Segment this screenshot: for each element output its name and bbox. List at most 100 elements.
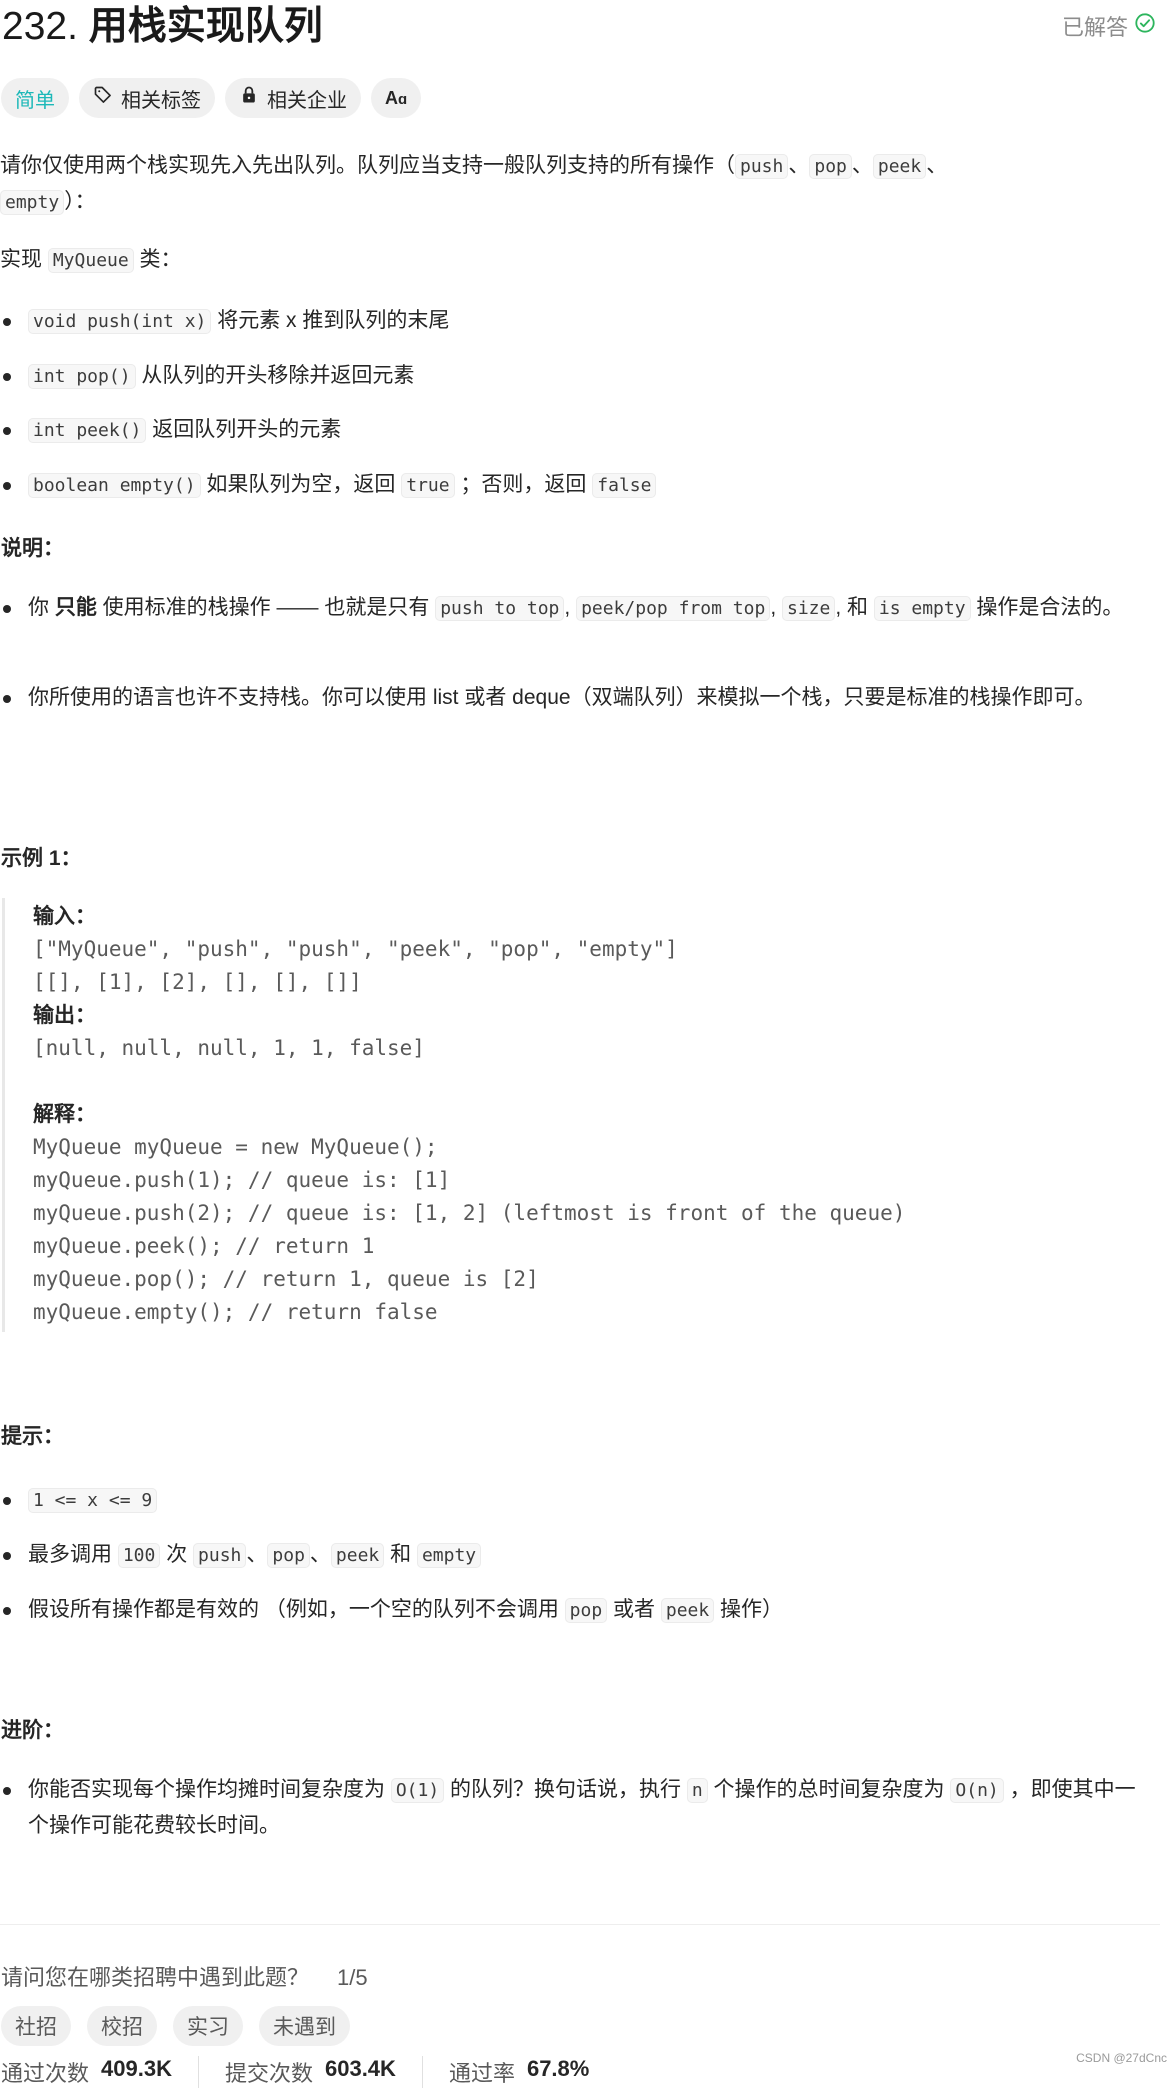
explain-line: myQueue.pop(); // return 1, queue is [2] — [33, 1267, 539, 1291]
impl-text-end: 类： — [133, 248, 182, 271]
survey-options: 社招 校招 实习 未遇到 — [1, 2006, 350, 2046]
method-desc: 如果队列为空，返回 — [200, 473, 402, 496]
explain-label: 解释： — [33, 1103, 96, 1126]
survey-question-text: 请问您在哪类招聘中遇到此题？ — [1, 1965, 310, 1990]
explain-line: myQueue.push(1); // queue is: [1] — [33, 1168, 451, 1192]
method-desc: 返回队列开头的元素 — [146, 418, 342, 441]
note-text: , 和 — [835, 596, 874, 619]
problem-number: 232. — [2, 5, 78, 48]
constraint-text: 或者 — [607, 1598, 661, 1621]
stat-label: 通过率 — [448, 2061, 515, 2086]
example-heading: 示例 1： — [1, 847, 82, 870]
inline-code: n — [686, 1778, 708, 1803]
inline-code: peek — [660, 1598, 715, 1623]
problem-name: 用栈实现队列 — [88, 5, 323, 48]
title-row: 232. 用栈实现队列 已解答 — [0, 0, 1160, 56]
note-item: 你所使用的语言也许不支持栈。你可以使用 list 或者 deque（双端队列）来… — [0, 680, 1140, 715]
inline-code: 1 <= x <= 9 — [28, 1488, 158, 1513]
constraint-item: 假设所有操作都是有效的 （例如，一个空的队列不会调用 pop 或者 peek 操… — [0, 1592, 1140, 1628]
survey-option[interactable]: 未遇到 — [259, 2006, 350, 2046]
stat-accepted: 通过次数 409.3K — [1, 2056, 199, 2088]
output-line: [null, null, null, 1, 1, false] — [33, 1036, 425, 1060]
method-item: int pop() 从队列的开头移除并返回元素 — [0, 358, 1140, 394]
survey-option[interactable]: 社招 — [1, 2006, 71, 2046]
survey-option[interactable]: 校招 — [87, 2006, 157, 2046]
inline-code: void push(int x) — [28, 309, 212, 334]
translate-icon: Aɑ — [385, 87, 408, 108]
stats-row: 通过次数 409.3K 提交次数 603.4K 通过率 67.8% — [1, 2056, 641, 2088]
lock-icon — [239, 85, 259, 111]
inline-code: false — [592, 473, 657, 498]
topics-button[interactable]: 相关标签 — [79, 78, 215, 118]
inline-code: size — [781, 596, 836, 621]
explain-line: MyQueue myQueue = new MyQueue(); — [33, 1135, 438, 1159]
method-item: void push(int x) 将元素 x 推到队列的末尾 — [0, 303, 1140, 339]
constraint-text: 最多调用 — [28, 1543, 118, 1566]
inline-code: pop — [809, 154, 852, 179]
note-text: 你 — [28, 596, 55, 619]
inline-code: O(n) — [950, 1778, 1004, 1803]
followup-text: 的队列？换句话说，执行 — [444, 1778, 687, 1801]
explain-line: myQueue.push(2); // queue is: [1, 2] (le… — [33, 1201, 906, 1225]
inline-code: int pop() — [28, 364, 136, 389]
input-line: [[], [1], [2], [], [], []] — [33, 970, 362, 994]
stat-submissions: 提交次数 603.4K — [225, 2056, 423, 2088]
method-desc: 将元素 x 推到队列的末尾 — [211, 309, 450, 332]
stat-rate: 通过率 67.8% — [449, 2056, 615, 2088]
solved-label: 已解答 — [1061, 15, 1128, 40]
inline-code: O(1) — [390, 1778, 445, 1803]
divider — [0, 1924, 1160, 1925]
example-block: 输入： ["MyQueue", "push", "push", "peek", … — [2, 898, 1102, 1332]
stat-value: 67.8% — [526, 2056, 590, 2081]
explain-line: myQueue.peek(); // return 1 — [33, 1234, 375, 1258]
topics-label: 相关标签 — [121, 89, 201, 112]
survey-option[interactable]: 实习 — [173, 2006, 243, 2046]
tag-icon — [93, 85, 113, 111]
method-item: int peek() 返回队列开头的元素 — [0, 412, 1140, 448]
tag-row: 简单 相关标签 相关企业 Aɑ — [1, 78, 422, 118]
impl-text: 实现 — [0, 248, 48, 271]
inline-code: push to top — [435, 596, 565, 621]
followup-heading: 进阶： — [1, 1719, 64, 1742]
note-text: 使用标准的栈操作 —— 也就是只有 — [96, 596, 436, 619]
constraint-text: 和 — [384, 1543, 417, 1566]
stat-value: 603.4K — [324, 2056, 396, 2081]
followup-text: 你能否实现每个操作均摊时间复杂度为 — [28, 1778, 391, 1801]
inline-code: peek/pop from top — [576, 596, 771, 621]
intro-text-end: ）： — [64, 190, 96, 213]
stat-value: 409.3K — [101, 2056, 172, 2081]
constraint-item: 1 <= x <= 9 — [0, 1482, 1140, 1518]
inline-code: true — [401, 473, 455, 498]
inline-code: int peek() — [28, 418, 147, 443]
implement-line: 实现 MyQueue 类： — [0, 242, 1140, 278]
method-desc: ；否则，返回 — [454, 473, 593, 496]
inline-code: push — [735, 154, 789, 179]
description-intro: 请你仅使用两个栈实现先入先出队列。队列应当支持一般队列支持的所有操作（ push、… — [0, 154, 948, 215]
problem-title[interactable]: 232. 用栈实现队列 — [2, 2, 323, 52]
inline-code: MyQueue — [47, 248, 134, 273]
stat-label: 提交次数 — [224, 2061, 313, 2086]
inline-code: 100 — [117, 1543, 161, 1568]
input-line: ["MyQueue", "push", "push", "peek", "pop… — [33, 937, 678, 961]
method-desc: 从队列的开头移除并返回元素 — [135, 364, 415, 387]
inline-code: peek — [330, 1543, 385, 1568]
note-bold: 只能 — [54, 596, 97, 619]
constraint-text: 操作） — [714, 1598, 784, 1621]
inline-code: peek — [872, 154, 927, 179]
notes-heading: 说明： — [1, 537, 64, 560]
constraint-text: 假设所有操作都是有效的 （例如，一个空的队列不会调用 — [28, 1598, 565, 1621]
inline-code: pop — [564, 1598, 608, 1623]
constraint-item: 最多调用 100 次 push、 pop、 peek 和 empty — [0, 1537, 1140, 1573]
inline-code: empty — [416, 1543, 482, 1568]
note-text: 你所使用的语言也许不支持栈。你可以使用 list 或者 deque（双端队列）来… — [28, 686, 1096, 709]
method-item: boolean empty() 如果队列为空，返回 true ；否则，返回 fa… — [0, 467, 1140, 503]
check-circle-icon — [1134, 12, 1156, 40]
difficulty-badge: 简单 — [1, 78, 69, 118]
translate-button[interactable]: Aɑ — [371, 78, 422, 118]
companies-button[interactable]: 相关企业 — [225, 78, 361, 118]
intro-text: 请你仅使用两个栈实现先入先出队列。队列应当支持一般队列支持的所有操作（ — [0, 154, 735, 177]
survey-question: 请问您在哪类招聘中遇到此题？ 1/5 — [1, 1960, 368, 1992]
constraints-heading: 提示： — [1, 1425, 64, 1448]
stat-label: 通过次数 — [1, 2061, 90, 2086]
watermark: CSDN @27dCnc — [1076, 2051, 1167, 2065]
